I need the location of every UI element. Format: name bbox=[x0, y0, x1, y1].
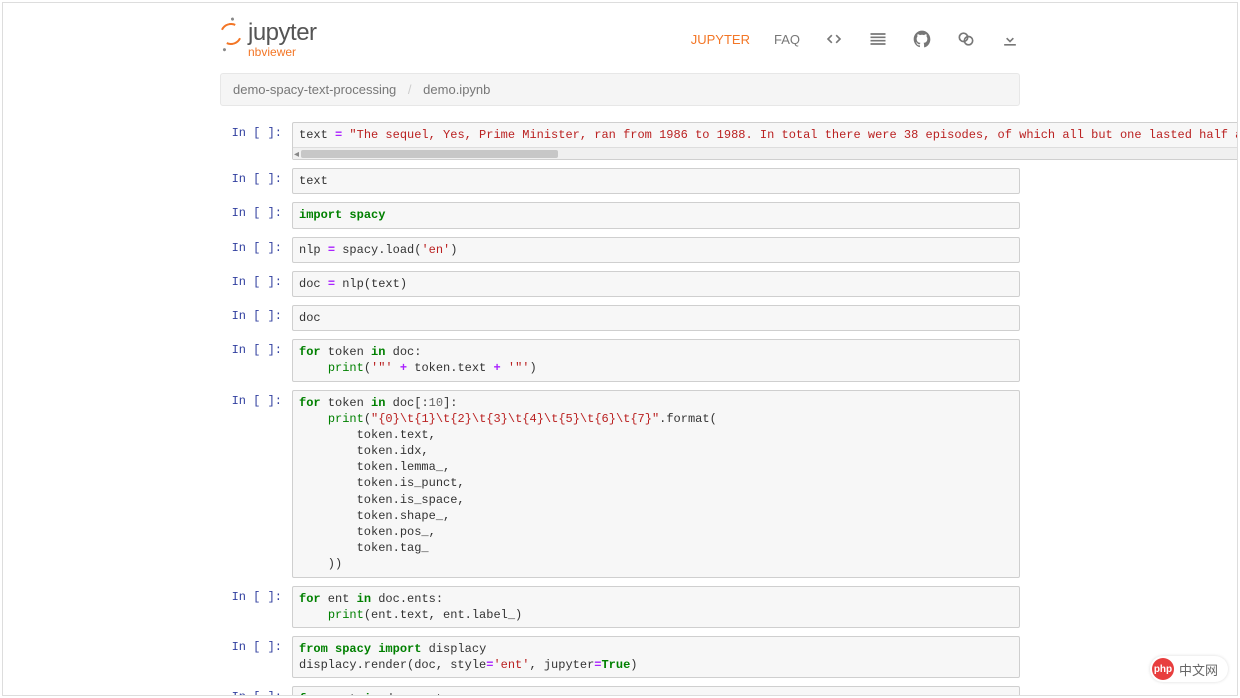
code-cell: In [ ]: for ent in doc.ents: print(ent.te… bbox=[220, 586, 1020, 628]
page-container: jupyter nbviewer JUPYTER FAQ bbox=[220, 3, 1020, 696]
breadcrumb-root[interactable]: demo-spacy-text-processing bbox=[233, 82, 396, 97]
badge-text: 中文网 bbox=[1179, 660, 1218, 679]
brand[interactable]: jupyter nbviewer bbox=[220, 19, 691, 59]
brand-name: jupyter bbox=[248, 19, 317, 47]
code-content: from spacy import displacy displacy.rend… bbox=[299, 641, 1013, 673]
download-icon[interactable] bbox=[1000, 29, 1020, 49]
horizontal-scrollbar[interactable]: ◂▸ bbox=[293, 147, 1238, 159]
cell-input[interactable]: for ent in doc.ents: print(ent.text, ent… bbox=[292, 586, 1020, 628]
code-content: doc = nlp(text) bbox=[299, 276, 1013, 292]
cell-input[interactable]: for sent in doc.sents: print(sent) bbox=[292, 686, 1020, 696]
scrollbar-thumb[interactable] bbox=[301, 150, 558, 158]
jupyter-logo-icon bbox=[217, 20, 245, 48]
cell-prompt: In [ ]: bbox=[220, 271, 292, 289]
cell-input[interactable]: import spacy bbox=[292, 202, 1020, 228]
code-cell: In [ ]:text = "The sequel, Yes, Prime Mi… bbox=[220, 122, 1020, 160]
cell-prompt: In [ ]: bbox=[220, 305, 292, 323]
viewport: jupyter nbviewer JUPYTER FAQ bbox=[2, 2, 1238, 696]
scroll-left-icon[interactable]: ◂ bbox=[294, 149, 299, 160]
cell-prompt: In [ ]: bbox=[220, 202, 292, 220]
cell-input[interactable]: doc = nlp(text) bbox=[292, 271, 1020, 297]
cell-prompt: In [ ]: bbox=[220, 168, 292, 186]
code-icon[interactable] bbox=[824, 29, 844, 49]
code-cell: In [ ]: for token in doc: print('"' + tok… bbox=[220, 339, 1020, 381]
site-badge[interactable]: php 中文网 bbox=[1150, 656, 1228, 682]
cell-input[interactable]: for token in doc[:10]: print("{0}\t{1}\t… bbox=[292, 390, 1020, 578]
brand-sub: nbviewer bbox=[248, 45, 317, 59]
breadcrumb-file: demo.ipynb bbox=[423, 82, 490, 97]
cell-prompt: In [ ]: bbox=[220, 636, 292, 654]
code-cell: In [ ]: doc bbox=[220, 305, 1020, 331]
cell-input[interactable]: for token in doc: print('"' + token.text… bbox=[292, 339, 1020, 381]
code-content: doc bbox=[299, 310, 1013, 326]
binder-icon[interactable] bbox=[956, 29, 976, 49]
code-cell: In [ ]: from spacy import displacy displa… bbox=[220, 636, 1020, 678]
cell-prompt: In [ ]: bbox=[220, 586, 292, 604]
nav: JUPYTER FAQ bbox=[691, 29, 1020, 49]
code-content: text = "The sequel, Yes, Prime Minister,… bbox=[299, 127, 1238, 143]
nav-jupyter[interactable]: JUPYTER bbox=[691, 32, 750, 47]
code-content: text bbox=[299, 173, 1013, 189]
notebook-cells: In [ ]:text = "The sequel, Yes, Prime Mi… bbox=[220, 122, 1020, 696]
code-cell: In [ ]: nlp = spacy.load('en') bbox=[220, 237, 1020, 263]
code-cell: In [ ]: for sent in doc.sents: print(sent… bbox=[220, 686, 1020, 696]
cell-prompt: In [ ]: bbox=[220, 686, 292, 696]
cell-prompt: In [ ]: bbox=[220, 122, 292, 140]
breadcrumb-sep: / bbox=[408, 82, 412, 97]
header: jupyter nbviewer JUPYTER FAQ bbox=[220, 11, 1020, 67]
cell-prompt: In [ ]: bbox=[220, 237, 292, 255]
cell-input[interactable]: doc bbox=[292, 305, 1020, 331]
badge-logo: php bbox=[1152, 658, 1174, 680]
code-content: for token in doc[:10]: print("{0}\t{1}\t… bbox=[299, 395, 1013, 573]
menu-lines-icon[interactable] bbox=[868, 29, 888, 49]
code-cell: In [ ]: for token in doc[:10]: print("{0}… bbox=[220, 390, 1020, 578]
code-content: nlp = spacy.load('en') bbox=[299, 242, 1013, 258]
code-content: import spacy bbox=[299, 207, 1013, 223]
code-content: for sent in doc.sents: print(sent) bbox=[299, 691, 1013, 696]
github-icon[interactable] bbox=[912, 29, 932, 49]
code-content: for token in doc: print('"' + token.text… bbox=[299, 344, 1013, 376]
brand-text: jupyter nbviewer bbox=[248, 19, 317, 59]
cell-prompt: In [ ]: bbox=[220, 390, 292, 408]
code-cell: In [ ]: text bbox=[220, 168, 1020, 194]
cell-input[interactable]: text bbox=[292, 168, 1020, 194]
cell-input[interactable]: from spacy import displacy displacy.rend… bbox=[292, 636, 1020, 678]
code-content: for ent in doc.ents: print(ent.text, ent… bbox=[299, 591, 1013, 623]
breadcrumb: demo-spacy-text-processing / demo.ipynb bbox=[220, 73, 1020, 106]
code-cell: In [ ]: doc = nlp(text) bbox=[220, 271, 1020, 297]
cell-input[interactable]: nlp = spacy.load('en') bbox=[292, 237, 1020, 263]
cell-input[interactable]: text = "The sequel, Yes, Prime Minister,… bbox=[292, 122, 1238, 160]
nav-faq[interactable]: FAQ bbox=[774, 32, 800, 47]
code-cell: In [ ]: import spacy bbox=[220, 202, 1020, 228]
cell-prompt: In [ ]: bbox=[220, 339, 292, 357]
